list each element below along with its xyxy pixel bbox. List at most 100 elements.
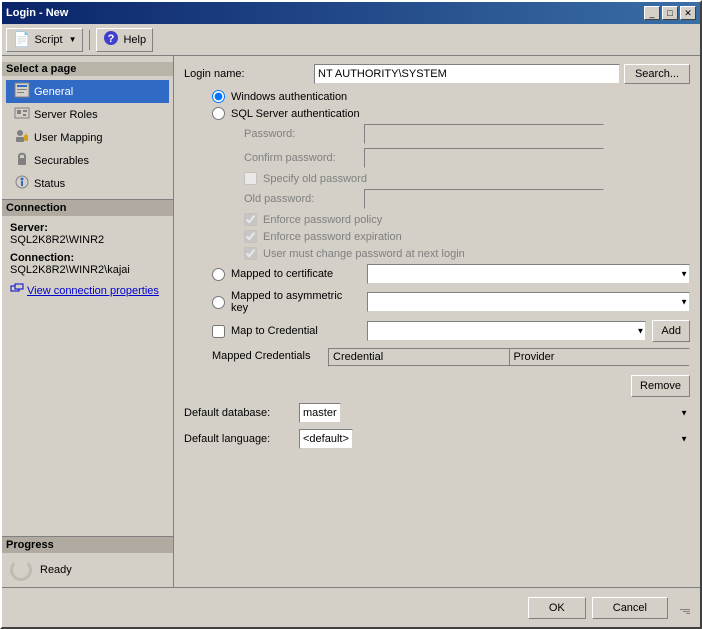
mapped-cert-radio[interactable]	[212, 268, 225, 281]
sidebar-item-general-label: General	[34, 86, 73, 98]
server-label: Server:	[10, 222, 165, 234]
default-language-row: Default language: <default>	[184, 429, 690, 449]
windows-auth-radio[interactable]	[212, 90, 225, 103]
mapped-key-select[interactable]	[367, 292, 690, 312]
mapped-key-label[interactable]: Mapped to asymmetric key	[231, 290, 361, 314]
old-password-subform: Old password:	[184, 189, 690, 209]
resize-grip[interactable]	[678, 602, 690, 614]
mapped-credentials-label: Mapped Credentials	[212, 348, 322, 362]
map-credential-select[interactable]	[367, 321, 646, 341]
content-panel: Login name: Search... Windows authentica…	[174, 56, 700, 587]
connection-header: Connection	[2, 200, 173, 216]
script-icon: 📄	[13, 31, 30, 48]
sidebar-item-securables-label: Securables	[34, 155, 89, 167]
remove-btn-container: Remove	[328, 371, 690, 397]
default-database-label: Default database:	[184, 407, 299, 419]
sql-auth-label[interactable]: SQL Server authentication	[231, 108, 360, 120]
main-window: Login - New _ □ ✕ 📄 Script ▼ ? Help	[0, 0, 702, 629]
sidebar-item-server-roles-label: Server Roles	[34, 109, 98, 121]
view-connection-label: View connection properties	[27, 285, 159, 297]
enforce-expiration-checkbox[interactable]	[244, 230, 257, 243]
grip-line-2	[683, 611, 690, 612]
sidebar-item-status[interactable]: Status	[6, 172, 169, 195]
enforce-policy-checkbox[interactable]	[244, 213, 257, 226]
svg-text:?: ?	[108, 33, 115, 45]
enforce-expiration-label[interactable]: Enforce password expiration	[263, 231, 402, 243]
map-credential-checkbox[interactable]	[212, 325, 225, 338]
default-database-row: Default database: master	[184, 403, 690, 423]
maximize-button[interactable]: □	[662, 6, 678, 20]
toolbar-separator	[89, 30, 90, 50]
sql-auth-row: SQL Server authentication	[184, 107, 690, 120]
mapped-cert-select[interactable]	[367, 264, 690, 284]
sidebar-item-securables[interactable]: Securables	[6, 149, 169, 172]
sidebar-progress-section: Progress Ready	[2, 536, 173, 587]
login-name-row: Login name: Search...	[184, 64, 690, 84]
specify-old-password-row: Specify old password	[184, 172, 690, 185]
grip-line-3	[686, 613, 690, 614]
mapped-key-radio[interactable]	[212, 296, 225, 309]
toolbar: 📄 Script ▼ ? Help	[2, 24, 700, 56]
sql-auth-radio[interactable]	[212, 107, 225, 120]
minimize-button[interactable]: _	[644, 6, 660, 20]
mapped-cert-label[interactable]: Mapped to certificate	[231, 268, 361, 280]
windows-auth-row: Windows authentication	[184, 90, 690, 103]
enforce-policy-label[interactable]: Enforce password policy	[263, 214, 382, 226]
status-icon	[14, 174, 30, 193]
login-name-input[interactable]	[314, 64, 620, 84]
old-password-input[interactable]	[364, 189, 604, 209]
help-icon: ?	[103, 30, 119, 49]
map-credential-row: Map to Credential Add	[184, 320, 690, 342]
add-button[interactable]: Add	[652, 320, 690, 342]
must-change-checkbox[interactable]	[244, 247, 257, 260]
grip-line-1	[680, 609, 690, 610]
credentials-container: Credential Provider Remove	[328, 348, 690, 397]
enforce-policy-row: Enforce password policy	[184, 213, 690, 226]
confirm-password-input[interactable]	[364, 148, 604, 168]
progress-content: Ready	[10, 559, 165, 581]
sidebar-item-user-mapping-label: User Mapping	[34, 132, 102, 144]
cancel-button[interactable]: Cancel	[592, 597, 668, 619]
old-password-row: Old password:	[244, 189, 690, 209]
default-language-select[interactable]: <default>	[299, 429, 353, 449]
login-name-label: Login name:	[184, 68, 314, 80]
close-button[interactable]: ✕	[680, 6, 696, 20]
server-value: SQL2K8R2\WINR2	[10, 234, 165, 246]
script-button[interactable]: 📄 Script ▼	[6, 28, 83, 52]
remove-button[interactable]: Remove	[631, 375, 690, 397]
mapped-key-row: Mapped to asymmetric key	[184, 290, 690, 314]
script-label: Script	[34, 34, 62, 46]
sidebar-item-general[interactable]: General	[6, 80, 169, 103]
map-credential-label[interactable]: Map to Credential	[231, 325, 361, 337]
sidebar-item-server-roles[interactable]: Server Roles	[6, 103, 169, 126]
securables-icon	[14, 151, 30, 170]
password-input[interactable]	[364, 124, 604, 144]
specify-old-password-label[interactable]: Specify old password	[263, 173, 367, 185]
enforce-expiration-row: Enforce password expiration	[184, 230, 690, 243]
specify-old-password-checkbox[interactable]	[244, 172, 257, 185]
default-language-wrapper: <default>	[299, 429, 690, 449]
connection-value: SQL2K8R2\WINR2\kajai	[10, 264, 165, 276]
confirm-password-label: Confirm password:	[244, 152, 364, 164]
general-icon	[14, 82, 30, 101]
progress-header: Progress	[2, 537, 173, 553]
title-bar-buttons: _ □ ✕	[644, 6, 696, 20]
sidebar-item-user-mapping[interactable]: User Mapping	[6, 126, 169, 149]
default-database-select[interactable]: master	[299, 403, 341, 423]
main-content: Select a page General Server Roles	[2, 56, 700, 587]
view-connection-link[interactable]: View connection properties	[10, 282, 165, 299]
search-button[interactable]: Search...	[624, 64, 690, 84]
title-bar: Login - New _ □ ✕	[2, 2, 700, 24]
credential-col-header: Credential	[329, 349, 510, 365]
sidebar-item-status-label: Status	[34, 178, 65, 190]
server-roles-icon	[14, 105, 30, 124]
old-password-label: Old password:	[244, 193, 364, 205]
default-database-wrapper: master	[299, 403, 690, 423]
progress-status: Ready	[40, 564, 72, 576]
must-change-label[interactable]: User must change password at next login	[263, 248, 465, 260]
password-subform: Password: Confirm password:	[184, 124, 690, 168]
credential-table-header: Credential Provider	[329, 349, 689, 366]
help-button[interactable]: ? Help	[96, 28, 153, 52]
windows-auth-label[interactable]: Windows authentication	[231, 91, 347, 103]
ok-button[interactable]: OK	[528, 597, 586, 619]
